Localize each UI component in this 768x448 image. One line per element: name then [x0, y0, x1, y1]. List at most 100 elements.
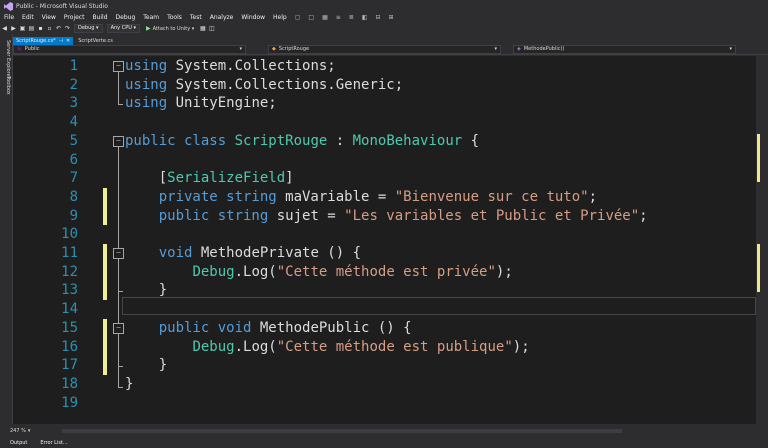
code-line[interactable]: 1 using System.Collections;	[34, 57, 756, 75]
navigation-bar: ▣ Public ▾ ◆ ScriptRouge ▾ ◈ MethodePubl…	[13, 45, 768, 55]
menu-test[interactable]: Test	[190, 14, 202, 21]
menu-build[interactable]: Build	[92, 14, 107, 21]
code-line[interactable]: 7 [SerializeField]	[34, 169, 756, 187]
menu-analyze[interactable]: Analyze	[210, 14, 234, 21]
open-file-icon[interactable]: ▤	[28, 25, 35, 32]
navigate-back-icon[interactable]: ◀	[1, 25, 8, 32]
toolbar-extra2-icon[interactable]: ◫	[208, 25, 215, 32]
menu-window[interactable]: Window	[241, 14, 265, 21]
code-line[interactable]: 18}	[34, 375, 756, 393]
solution-config-dropdown[interactable]: Debug ▾	[74, 24, 103, 33]
line-number: 5	[69, 132, 78, 149]
vertical-scrollbar[interactable]	[756, 56, 768, 424]
code-text[interactable]: void MethodePrivate () {	[125, 244, 361, 262]
format-left-icon[interactable]: ≡	[336, 14, 341, 21]
menu-tools[interactable]: Tools	[167, 14, 182, 21]
menu-project[interactable]: Project	[64, 14, 85, 21]
code-line[interactable]: 12 Debug.Log("Cette méthode est privée")…	[34, 263, 756, 281]
code-token: "Les variables et Public et Privée"	[344, 207, 640, 224]
pin-icon[interactable]: ⊣	[59, 37, 63, 45]
code-token: public class	[125, 132, 227, 149]
collapse-toggle-icon[interactable]: −	[113, 322, 124, 334]
chevron-down-icon[interactable]: ▾	[28, 428, 31, 434]
menu-edit[interactable]: Edit	[22, 14, 34, 21]
code-line[interactable]: 3 using UnityEngine;	[34, 94, 756, 112]
attach-to-unity-button[interactable]: ▶ Attach to Unity ▾	[146, 25, 194, 32]
code-line[interactable]: 2 using System.Collections.Generic;	[34, 76, 756, 94]
code-line[interactable]: 15 public void MethodePublic () {	[34, 319, 756, 337]
breakpoint-icon[interactable]: ◧	[362, 14, 368, 21]
code-text[interactable]: using System.Collections;	[125, 57, 336, 75]
grid-icon[interactable]: ▦	[322, 14, 328, 21]
code-text[interactable]: }	[125, 356, 167, 374]
toolbar-extra-icon[interactable]: ▦	[199, 25, 206, 32]
code-line[interactable]: 17 }	[34, 356, 756, 374]
solution-platform-dropdown[interactable]: Any CPU ▾	[106, 24, 140, 33]
code-token: SerializeField	[167, 170, 286, 187]
class-dropdown[interactable]: ◆ ScriptRouge ▾	[268, 45, 501, 54]
code-text[interactable]: }	[125, 375, 133, 393]
standard-toolbar: ◀ ▶ ▣ ▤ ▪ ▫ ↶ ↷ Debug ▾ Any CPU ▾ ▶ Atta…	[0, 23, 768, 34]
tab-scriptrouge[interactable]: ScriptRouge.cs* ⊣ ✕	[13, 37, 74, 45]
save-all-icon[interactable]: ▫	[46, 25, 53, 32]
code-text[interactable]: }	[125, 281, 167, 299]
code-line[interactable]: 19	[34, 394, 756, 412]
comment-icon[interactable]: ▢	[295, 14, 301, 21]
output-tab[interactable]: Output	[10, 440, 27, 446]
code-text[interactable]: [SerializeField]	[125, 169, 294, 187]
document-tab-row: ScriptRouge.cs* ⊣ ✕ ScriptVerte.cs	[13, 36, 768, 45]
code-text[interactable]: public string sujet = "Les variables et …	[125, 207, 648, 225]
code-line[interactable]: 16 Debug.Log("Cette méthode est publique…	[34, 338, 756, 356]
code-text[interactable]: using UnityEngine;	[125, 94, 277, 112]
code-line[interactable]: 8 private string maVariable = "Bienvenue…	[34, 188, 756, 206]
code-line[interactable]: 13 }	[34, 281, 756, 299]
member-dropdown[interactable]: ◈ MethodePublic() ▾	[513, 45, 736, 54]
horizontal-scrollbar[interactable]	[40, 427, 762, 434]
code-text[interactable]: using System.Collections.Generic;	[125, 76, 403, 94]
code-line[interactable]: 4	[34, 113, 756, 131]
menu-file[interactable]: File	[4, 14, 14, 21]
code-text[interactable]: public class ScriptRouge : MonoBehaviour…	[125, 132, 479, 150]
code-token: using	[125, 76, 168, 93]
collapse-toggle-icon[interactable]: −	[113, 248, 124, 259]
code-line[interactable]: 14	[34, 300, 756, 318]
blank-icon[interactable]: □	[308, 14, 314, 21]
horizontal-scroll-thumb[interactable]	[62, 429, 623, 433]
line-number: 15	[61, 319, 78, 336]
code-line[interactable]: 10	[34, 225, 756, 243]
menu-debug[interactable]: Debug	[116, 14, 136, 21]
line-number: 3	[69, 95, 78, 112]
line-number: 10	[61, 226, 78, 243]
tab-scriptverte[interactable]: ScriptVerte.cs	[75, 37, 116, 45]
code-editor[interactable]: 1 using System.Collections; 2 using System.…	[34, 56, 756, 424]
code-text[interactable]: public void MethodePublic () {	[125, 319, 412, 337]
new-project-icon[interactable]: ▣	[19, 25, 26, 32]
code-text[interactable]: private string maVariable = "Bienvenue s…	[125, 188, 597, 206]
code-text[interactable]: Debug.Log("Cette méthode est publique");	[125, 338, 529, 356]
server-explorer-tab[interactable]: Server Explorer	[1, 40, 11, 79]
bookmark-icon[interactable]: ⊟	[375, 14, 380, 21]
format-right-icon[interactable]: ≣	[349, 14, 354, 21]
menu-view[interactable]: View	[42, 14, 56, 21]
menu-help[interactable]: Help	[273, 14, 287, 21]
redo-icon[interactable]: ↷	[64, 25, 71, 32]
next-bookmark-icon[interactable]: ⊞	[389, 14, 394, 21]
menu-team[interactable]: Team	[143, 14, 159, 21]
code-line[interactable]: 6	[34, 151, 756, 169]
class-icon: ◆	[272, 46, 276, 52]
line-number: 18	[61, 375, 78, 392]
code-text[interactable]: Debug.Log("Cette méthode est privée");	[125, 263, 512, 281]
code-line[interactable]: 9 public string sujet = "Les variables e…	[34, 207, 756, 225]
code-line[interactable]: 11 void MethodePrivate () {	[34, 244, 756, 262]
error-list-tab[interactable]: Error List...	[40, 440, 67, 446]
zoom-level[interactable]: 247 %	[10, 428, 26, 434]
navigate-forward-icon[interactable]: ▶	[10, 25, 17, 32]
undo-icon[interactable]: ↶	[55, 25, 62, 32]
project-dropdown[interactable]: ▣ Public ▾	[13, 45, 246, 54]
close-icon[interactable]: ✕	[66, 37, 70, 45]
code-token: using	[125, 58, 168, 74]
save-icon[interactable]: ▪	[37, 25, 44, 32]
code-token: UnityEngine;	[167, 95, 277, 112]
code-line[interactable]: 5 public class ScriptRouge : MonoBehaviou…	[34, 132, 756, 150]
toolbox-tab[interactable]: Toolbox	[1, 76, 11, 95]
